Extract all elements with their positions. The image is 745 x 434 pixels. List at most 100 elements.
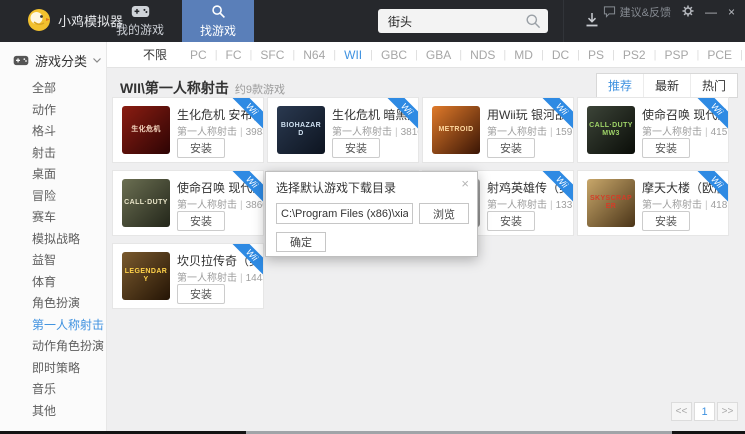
page-title-text: WII\第一人称射击 xyxy=(120,80,229,96)
feedback-label: 建议&反馈 xyxy=(620,4,671,20)
sidebar-item-角色扮演[interactable]: 角色扮演 xyxy=(0,293,106,315)
sort-tabs: 推荐最新热门 xyxy=(596,73,738,98)
sidebar-item-音乐[interactable]: 音乐 xyxy=(0,379,106,401)
platform-item-PC[interactable]: PC xyxy=(182,48,215,62)
platform-item-NDS[interactable]: NDS xyxy=(462,48,503,62)
search-tab-icon xyxy=(211,4,226,19)
install-button[interactable]: 安装 xyxy=(332,138,380,158)
sidebar-item-动作角色扮演[interactable]: 动作角色扮演 xyxy=(0,336,106,358)
game-thumbnail: LEGENDARY xyxy=(122,252,170,300)
next-page-button[interactable]: >> xyxy=(717,402,738,421)
chevron-down-icon xyxy=(93,58,101,63)
sidebar-item-模拟战略[interactable]: 模拟战略 xyxy=(0,229,106,251)
platform-item-DC[interactable]: DC xyxy=(544,48,577,62)
sidebar-item-第一人称射击[interactable]: 第一人称射击 xyxy=(0,315,106,337)
sidebar-item-射击[interactable]: 射击 xyxy=(0,143,106,165)
sidebar-header-label: 游戏分类 xyxy=(35,51,87,70)
platform-item-WII[interactable]: WII xyxy=(336,48,370,62)
current-page[interactable]: 1 xyxy=(694,402,715,421)
download-path-input[interactable] xyxy=(276,203,413,224)
sort-最新[interactable]: 最新 xyxy=(643,74,690,97)
platform-item-MD[interactable]: MD xyxy=(506,48,541,62)
browse-button[interactable]: 浏览 xyxy=(419,203,469,224)
tab-find-games-label: 找游戏 xyxy=(200,22,236,39)
game-card[interactable]: LEGENDARY坎贝拉传奇（美版）第一人称射击|1443.84...安装Wii xyxy=(112,243,264,309)
game-thumbnail: BIOHAZARD xyxy=(277,106,325,154)
wii-badge-icon: Wii xyxy=(231,243,264,276)
install-button[interactable]: 安装 xyxy=(642,138,690,158)
sidebar: 游戏分类 全部动作格斗射击桌面冒险赛车模拟战略益智体育角色扮演第一人称射击动作角… xyxy=(0,42,107,431)
game-card[interactable]: BIOHAZARD生化危机 暗黑历代记...第一人称射击|3816.85...安… xyxy=(267,97,419,163)
search-icon[interactable] xyxy=(525,13,541,29)
sidebar-item-全部[interactable]: 全部 xyxy=(0,78,106,100)
game-card[interactable]: CALL·DUTY使命召唤 现代战争 反...第一人称射击|3860.48...… xyxy=(112,170,264,236)
topbar-divider xyxy=(563,0,564,42)
install-button[interactable]: 安装 xyxy=(177,211,225,231)
sidebar-item-即时策略[interactable]: 即时策略 xyxy=(0,358,106,380)
wii-badge-icon: Wii xyxy=(386,97,419,130)
install-button[interactable]: 安装 xyxy=(642,211,690,231)
game-genre: 第一人称射击 xyxy=(642,127,702,138)
speech-bubble-icon xyxy=(603,6,616,18)
install-button[interactable]: 安装 xyxy=(177,284,225,304)
platform-item-不限[interactable]: 不限 xyxy=(143,46,182,63)
download-dir-dialog: 选择默认游戏下载目录 × 浏览 确定 xyxy=(265,171,478,257)
install-button[interactable]: 安装 xyxy=(487,211,535,231)
sidebar-item-体育[interactable]: 体育 xyxy=(0,272,106,294)
tab-my-games[interactable]: 我的游戏 xyxy=(106,0,174,42)
sidebar-item-益智[interactable]: 益智 xyxy=(0,250,106,272)
install-button[interactable]: 安装 xyxy=(487,138,535,158)
platform-item-PS2[interactable]: PS2 xyxy=(615,48,654,62)
game-genre: 第一人称射击 xyxy=(332,127,392,138)
gamepad-icon xyxy=(131,5,150,18)
game-genre: 第一人称射击 xyxy=(487,200,547,211)
sort-热门[interactable]: 热门 xyxy=(690,74,737,97)
game-genre: 第一人称射击 xyxy=(177,127,237,138)
game-card[interactable]: SKYSCRAPER摩天大楼（欧版）第一人称射击|418.12MB安装Wii xyxy=(577,170,729,236)
settings-gear-icon[interactable] xyxy=(682,5,694,19)
platform-bar: 不限PC|FC|SFC|N64|WII|GBC|GBA|NDS|MD|DC|PS… xyxy=(107,42,745,68)
ok-button[interactable]: 确定 xyxy=(276,232,326,252)
install-button[interactable]: 安装 xyxy=(177,138,225,158)
platform-item-N64[interactable]: N64 xyxy=(295,48,333,62)
sidebar-item-桌面[interactable]: 桌面 xyxy=(0,164,106,186)
tab-find-games[interactable]: 找游戏 xyxy=(182,0,254,42)
download-manager-icon[interactable] xyxy=(582,11,602,35)
titlebar-controls: 建议&反馈 — × xyxy=(603,4,735,20)
game-card[interactable]: CALL·DUTY MW3使命召唤 现代战争3...第一人称射击|4157.44… xyxy=(577,97,729,163)
game-card[interactable]: 生化危机生化危机 安布雷拉历...第一人称射击|3983.36...安装Wii xyxy=(112,97,264,163)
platform-item-SFC[interactable]: SFC xyxy=(252,48,292,62)
sidebar-item-格斗[interactable]: 格斗 xyxy=(0,121,106,143)
wii-badge-icon: Wii xyxy=(541,97,574,130)
wii-badge-icon: Wii xyxy=(696,170,729,203)
platform-item-FC[interactable]: FC xyxy=(218,48,250,62)
topbar: 小鸡模拟器 我的游戏 找游戏 xyxy=(0,0,745,42)
game-thumbnail: METROID xyxy=(432,106,480,154)
sidebar-item-动作[interactable]: 动作 xyxy=(0,100,106,122)
platform-item-GBC[interactable]: GBC xyxy=(373,48,415,62)
sidebar-item-冒险[interactable]: 冒险 xyxy=(0,186,106,208)
sidebar-item-赛车[interactable]: 赛车 xyxy=(0,207,106,229)
game-thumbnail: CALL·DUTY MW3 xyxy=(587,106,635,154)
sidebar-item-其他[interactable]: 其他 xyxy=(0,401,106,423)
feedback-button[interactable]: 建议&反馈 xyxy=(603,4,671,20)
chick-logo-icon xyxy=(27,8,51,32)
dialog-title: 选择默认游戏下载目录 xyxy=(276,179,396,196)
game-genre: 第一人称射击 xyxy=(177,200,237,211)
game-thumbnail: CALL·DUTY xyxy=(122,179,170,227)
sort-推荐[interactable]: 推荐 xyxy=(597,74,643,97)
dialog-close-icon[interactable]: × xyxy=(461,176,469,191)
search-input[interactable] xyxy=(378,9,548,33)
platform-item-PSP[interactable]: PSP xyxy=(656,48,696,62)
game-thumbnail: 生化危机 xyxy=(122,106,170,154)
platform-item-PS[interactable]: PS xyxy=(580,48,612,62)
minimize-button[interactable]: — xyxy=(705,6,717,18)
prev-page-button[interactable]: << xyxy=(671,402,692,421)
search-box xyxy=(378,9,548,33)
close-button[interactable]: × xyxy=(728,6,735,18)
wii-badge-icon: Wii xyxy=(231,97,264,130)
tab-my-games-label: 我的游戏 xyxy=(116,21,164,38)
game-card[interactable]: METROID用Wii玩 银河战士（...第一人称射击|1597.44...安装… xyxy=(422,97,574,163)
platform-item-GBA[interactable]: GBA xyxy=(418,48,459,62)
platform-item-PCE[interactable]: PCE xyxy=(699,48,740,62)
